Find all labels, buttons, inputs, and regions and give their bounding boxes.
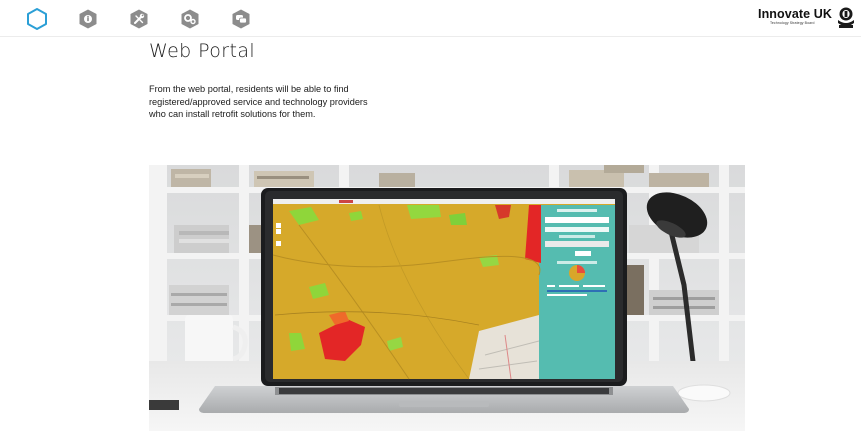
nav-item-home[interactable] [22, 0, 52, 37]
tools-icon [130, 9, 148, 28]
brand-subtitle: Technology Strategy Board [770, 21, 815, 25]
intro-paragraph: From the web portal, residents will be a… [149, 83, 439, 121]
royal-crest-icon [838, 7, 854, 28]
nav-item-info[interactable] [73, 0, 103, 37]
page-title: Web Portal [149, 40, 256, 62]
laptop-with-map-illustration [149, 165, 745, 431]
nav-item-contact[interactable] [226, 0, 256, 37]
intro-line: who can install retrofit solutions for t… [149, 109, 316, 120]
intro-line: registered/approved service and technolo… [149, 96, 368, 107]
hexagon-outline-icon [27, 7, 47, 30]
info-hexagon-icon [79, 9, 97, 28]
intro-line: From the web portal, residents will be a… [149, 84, 349, 94]
gears-icon [181, 9, 199, 28]
nav-item-settings[interactable] [175, 0, 205, 37]
brand-logo-text: Innovate UK [758, 7, 833, 21]
top-navigation-bar: Innovate UK Technology Strategy Board [0, 0, 861, 37]
chat-bubbles-icon [232, 9, 250, 28]
nav-item-tools[interactable] [124, 0, 154, 37]
laptop-photo [149, 165, 745, 431]
